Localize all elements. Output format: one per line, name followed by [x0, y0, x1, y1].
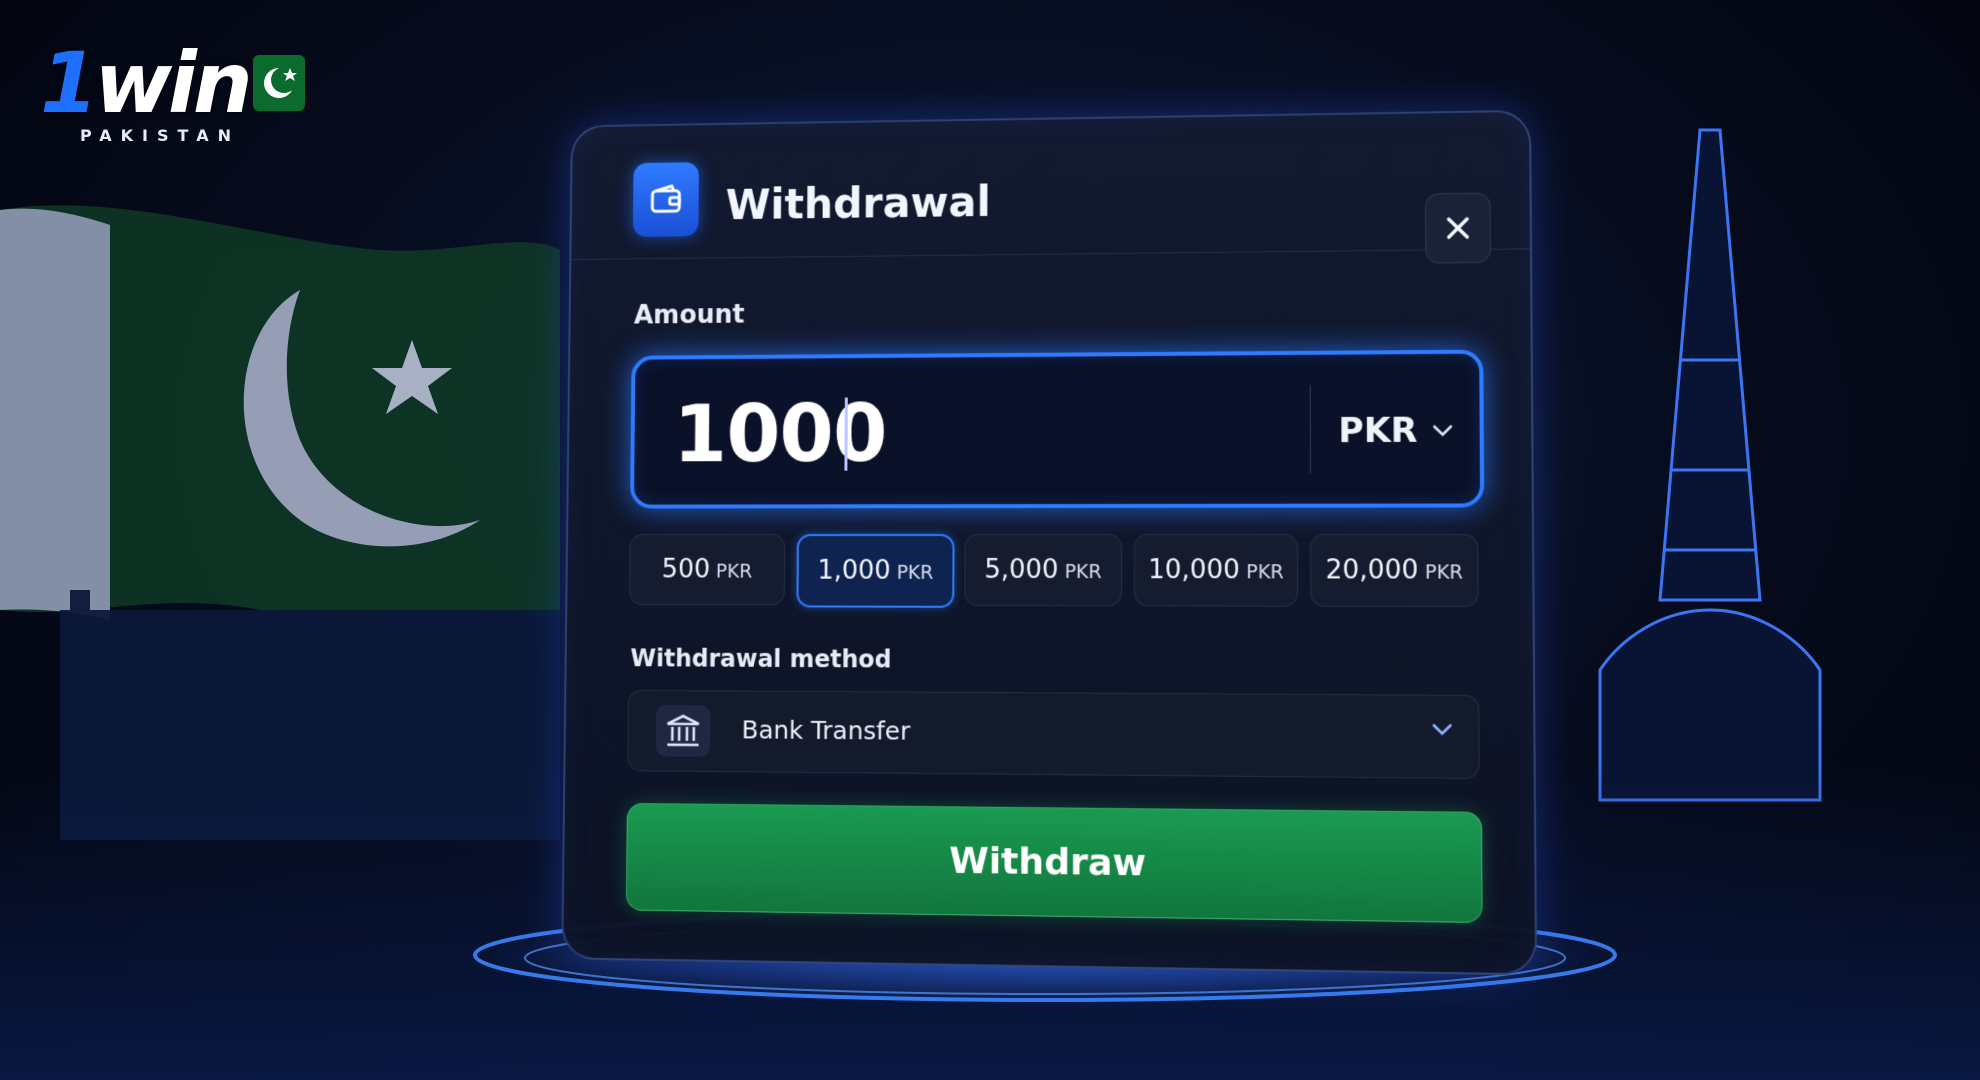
amount-input[interactable]: 1000 PKR — [630, 350, 1484, 509]
preset-amount: 10,000 — [1148, 555, 1240, 585]
logo-wordmark: 1win — [40, 38, 249, 128]
wallet-icon — [633, 162, 699, 237]
chevron-down-icon — [1431, 722, 1454, 736]
preset-chip-10000[interactable]: 10,000 PKR — [1134, 534, 1298, 607]
preset-chip-1000[interactable]: 1,000 PKR — [796, 534, 954, 608]
currency-select[interactable]: PKR — [1338, 400, 1461, 461]
preset-amounts: 500 PKR 1,000 PKR 5,000 PKR 10,000 PKR 2… — [629, 534, 1479, 611]
bank-icon — [656, 705, 711, 757]
preset-amount: 20,000 — [1325, 555, 1418, 586]
preset-amount: 5,000 — [984, 555, 1058, 585]
text-caret — [844, 398, 847, 471]
preset-amount: 1,000 — [817, 556, 890, 586]
preset-chip-500[interactable]: 500 PKR — [629, 534, 785, 605]
currency-divider — [1310, 385, 1311, 473]
preset-amount: 500 — [662, 555, 710, 585]
withdraw-button[interactable]: Withdraw — [626, 803, 1483, 923]
preset-chip-20000[interactable]: 20,000 PKR — [1310, 534, 1479, 607]
withdrawal-method-select[interactable]: Bank Transfer — [627, 690, 1479, 779]
modal-header: Withdrawal — [571, 112, 1530, 260]
modal-title: Withdrawal — [725, 177, 990, 228]
logo-mark: 1win — [40, 38, 320, 128]
chevron-down-icon — [1432, 423, 1455, 437]
method-value: Bank Transfer — [742, 715, 911, 745]
preset-currency: PKR — [1246, 561, 1284, 583]
pakistan-flag — [0, 205, 560, 621]
brand-logo[interactable]: 1win PAKISTAN — [40, 38, 320, 158]
withdrawal-modal: Withdrawal Amount 1000 PKR 500 PKR 1,000… — [561, 110, 1537, 976]
preset-chip-5000[interactable]: 5,000 PKR — [964, 534, 1122, 606]
close-icon — [1444, 214, 1473, 242]
amount-value: 1000 — [673, 387, 887, 480]
preset-currency: PKR — [897, 562, 934, 584]
amount-label: Amount — [634, 300, 745, 330]
flag-icon — [253, 55, 305, 111]
currency-value: PKR — [1338, 411, 1417, 452]
close-button[interactable] — [1425, 193, 1491, 264]
preset-currency: PKR — [716, 561, 752, 583]
withdraw-button-label: Withdraw — [949, 840, 1146, 884]
preset-currency: PKR — [1065, 561, 1102, 583]
minar-tower — [1600, 130, 1820, 800]
preset-currency: PKR — [1425, 561, 1463, 583]
method-label: Withdrawal method — [630, 644, 891, 673]
logo-subtitle: PAKISTAN — [80, 126, 240, 145]
